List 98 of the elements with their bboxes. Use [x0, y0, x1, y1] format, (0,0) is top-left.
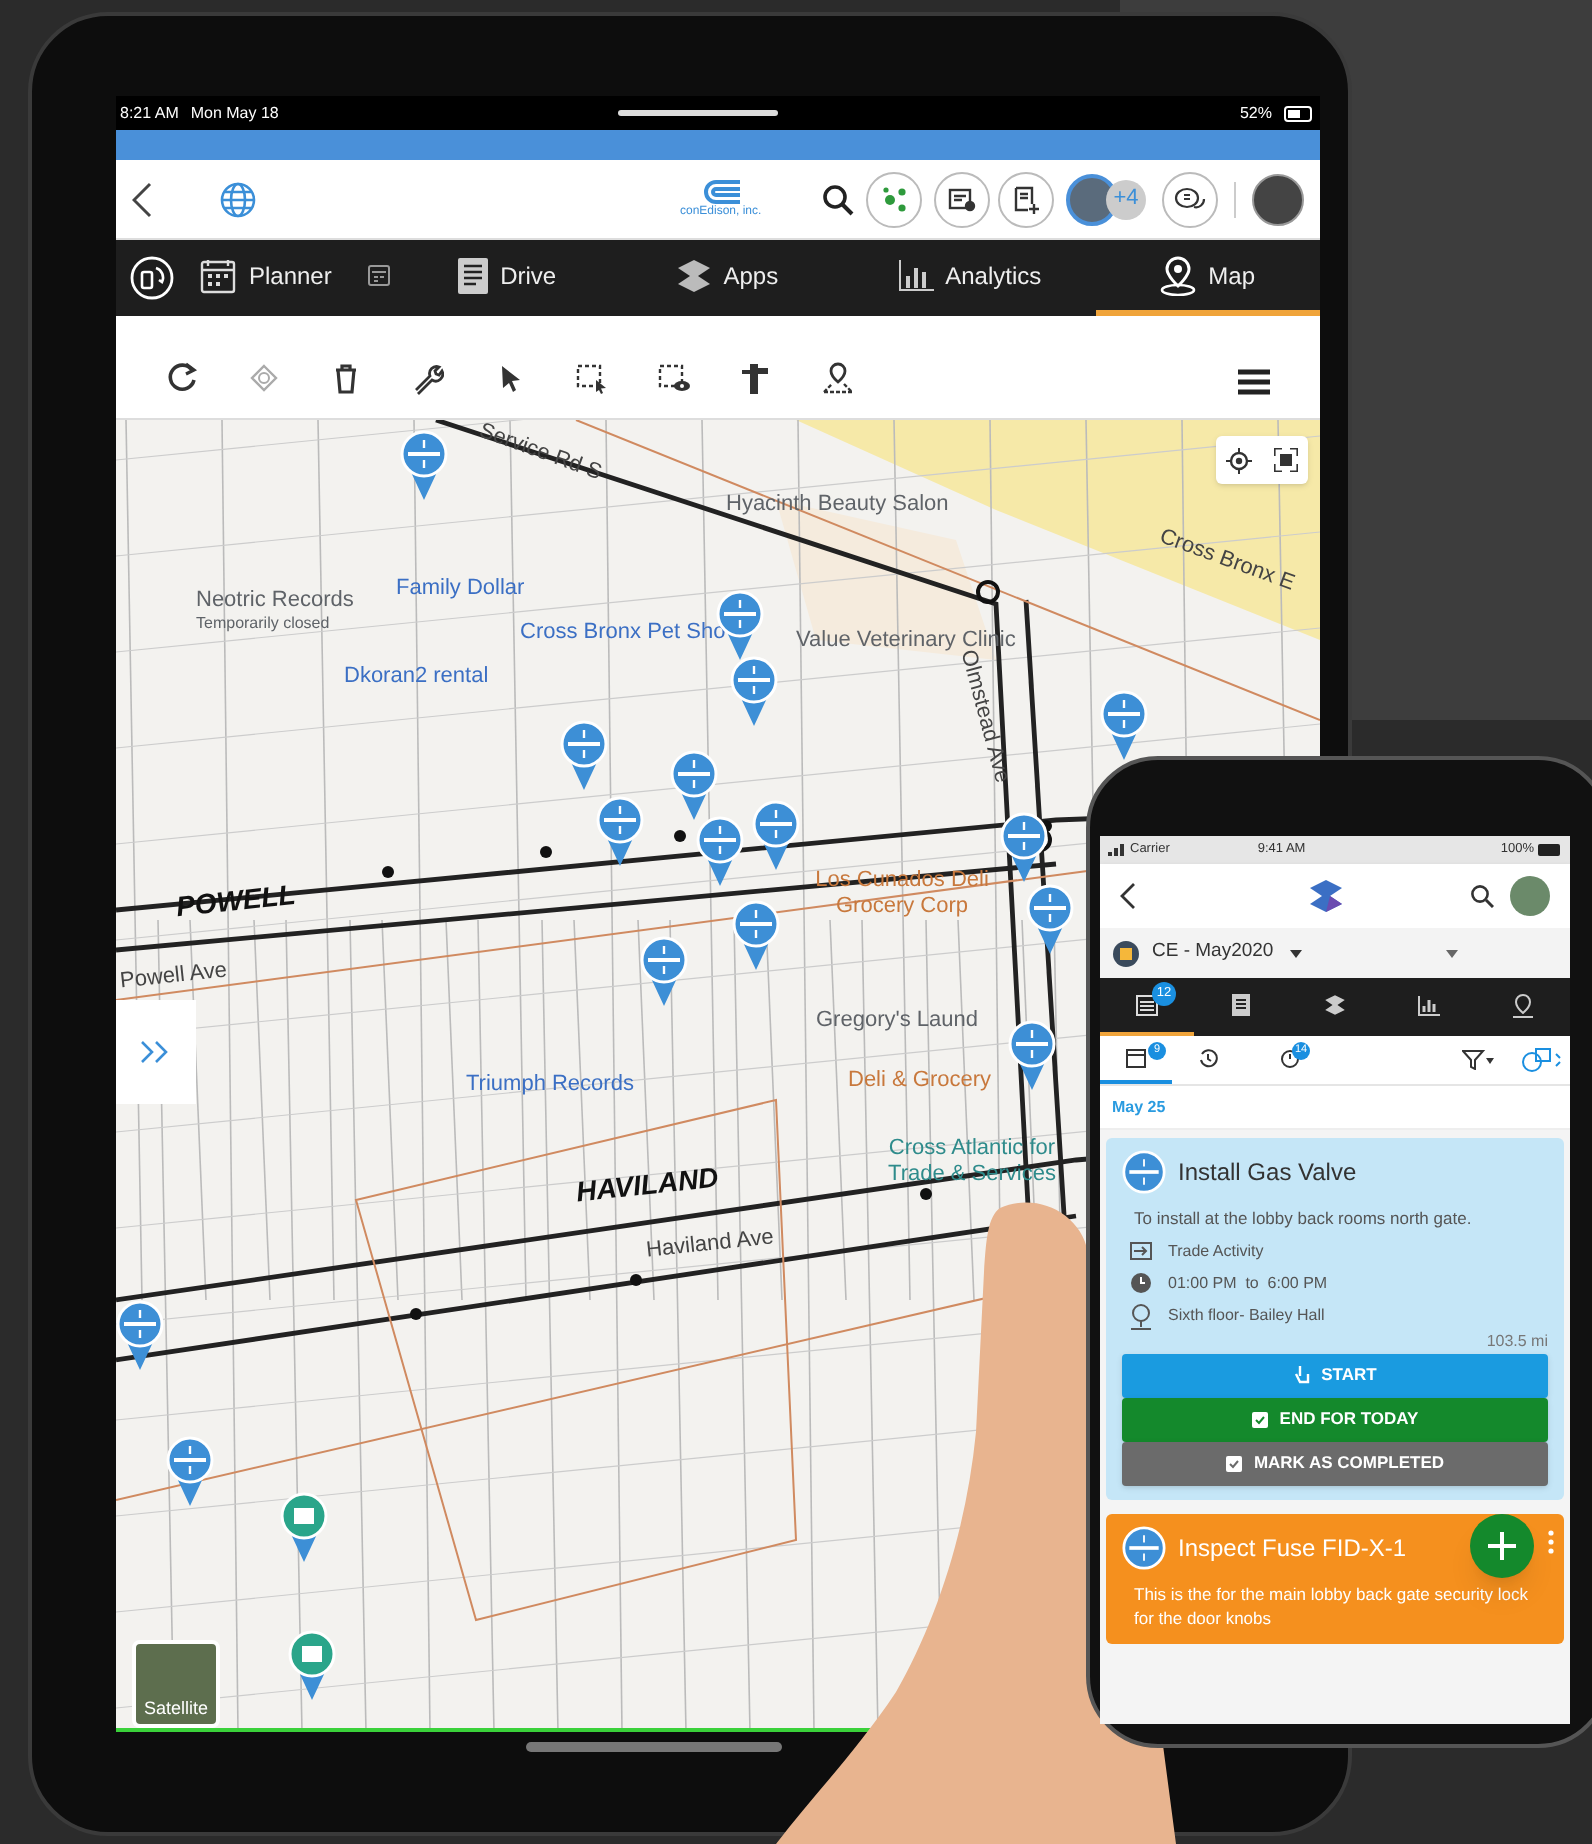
task-activity: Trade Activity: [1168, 1239, 1264, 1264]
map-pin-icon[interactable]: [752, 800, 800, 872]
dispatch-icon[interactable]: [1522, 1048, 1562, 1072]
task-description: To install at the lobby back rooms north gate.: [1134, 1206, 1474, 1232]
user-avatar[interactable]: [1252, 173, 1304, 225]
map-label: Gregory's Laund: [816, 1008, 978, 1034]
chat-icon: [1174, 185, 1206, 213]
street-label: HAVILAND: [574, 1158, 721, 1212]
document-icon: [458, 257, 489, 293]
fuse-icon: [1122, 1525, 1166, 1570]
apps-logo-icon: [675, 257, 712, 293]
nav-tab[interactable]: Apps: [610, 240, 844, 316]
clipboard-check-icon: [1225, 1454, 1242, 1473]
battery-level: 52%: [1239, 101, 1272, 125]
fuse-icon: [1122, 1150, 1166, 1194]
history-icon: [1198, 1048, 1218, 1068]
map-pin-icon[interactable]: [1008, 1020, 1056, 1092]
street-label: Service Rd S: [474, 420, 607, 490]
task-location: Sixth floor- Bailey Hall: [1168, 1304, 1325, 1329]
street-label: Haviland Ave: [644, 1223, 776, 1267]
select-view-icon[interactable]: [658, 362, 690, 396]
trash-icon[interactable]: [330, 362, 362, 396]
project-name: CE - May2020: [1152, 938, 1274, 967]
map-pin-icon[interactable]: [596, 796, 644, 868]
battery-icon: [1538, 844, 1562, 856]
clock-icon: [1130, 1272, 1152, 1295]
fullscreen-icon[interactable]: [1273, 448, 1298, 472]
map-pin-icon[interactable]: [1000, 812, 1048, 884]
add-document-icon: [1012, 185, 1040, 213]
route-icon[interactable]: [822, 362, 854, 396]
activity-icon: [1130, 1242, 1152, 1261]
caret-icon[interactable]: [1445, 949, 1458, 957]
locate-icon[interactable]: [1226, 447, 1253, 473]
map-label: Triumph Records: [466, 1072, 634, 1098]
filter-icon[interactable]: [1462, 1050, 1494, 1070]
status-date: Mon May 18: [190, 101, 279, 125]
caret-icon: [1289, 949, 1302, 957]
date-header: May 25: [1112, 1095, 1166, 1119]
map-pin-icon: [1512, 993, 1534, 1017]
bar-chart-icon: [897, 259, 934, 291]
task-description: This is the for the main lobby back gate security lock for the door knobs: [1134, 1581, 1531, 1630]
apps-logo-icon: [1324, 994, 1346, 1016]
wrench-icon[interactable]: [412, 362, 444, 396]
action-button[interactable]: MARK AS COMPLETED: [1122, 1441, 1548, 1486]
battery-icon: [1284, 105, 1316, 121]
status-time: 8:21 AM: [120, 101, 179, 125]
task-title: Install Gas Valve: [1178, 1156, 1357, 1190]
add-document-button[interactable]: [998, 171, 1054, 227]
task-title: Inspect Fuse FID-X-1: [1178, 1531, 1407, 1566]
participant-photo[interactable]: [1066, 173, 1118, 225]
street-label: Cross Bronx E: [1154, 522, 1300, 600]
form-icon: [948, 185, 976, 213]
search-icon[interactable]: [822, 183, 854, 215]
plus-icon: [1488, 1532, 1516, 1560]
task-distance: 103.5 mi: [1486, 1329, 1548, 1354]
action-button[interactable]: END FOR TODAY: [1122, 1397, 1548, 1442]
back-icon[interactable]: [1120, 882, 1136, 910]
ruler-icon[interactable]: [740, 362, 772, 396]
app-logo-icon: [1308, 878, 1344, 914]
task-time: 01:00 PM to 6:00 PM: [1168, 1271, 1328, 1296]
satellite-layer-button[interactable]: Satellite: [132, 1640, 220, 1728]
street-label: POWELL: [174, 875, 298, 927]
chat-button[interactable]: [1162, 171, 1218, 227]
double-chevron-icon: [140, 1040, 172, 1064]
map-label: Temporarily closed: [196, 612, 330, 636]
hand-icon: [1293, 1366, 1310, 1385]
map-label: Neotric Records: [196, 588, 354, 614]
network-icon: [880, 185, 908, 213]
back-icon[interactable]: [132, 181, 156, 217]
map-pin-icon[interactable]: [116, 1300, 164, 1372]
map-label: Family Dollar: [396, 576, 525, 602]
refresh-icon[interactable]: [166, 362, 198, 396]
clipboard-check-icon: [1251, 1410, 1268, 1429]
select-area-icon[interactable]: [576, 362, 608, 396]
project-icon: [1112, 939, 1140, 967]
network-button[interactable]: [866, 171, 922, 227]
street-label: Powell Ave: [118, 956, 229, 998]
map-label: Deli & Grocery: [848, 1068, 992, 1094]
map-pin-icon: [1160, 255, 1197, 295]
device-sync-icon[interactable]: [129, 256, 174, 300]
search-icon[interactable]: [1470, 884, 1494, 908]
nav-tab[interactable]: Planner: [186, 240, 404, 316]
project-selector[interactable]: CE - May2020: [1100, 928, 1570, 978]
task-card[interactable]: Install Gas Valve To install at the lobby back rooms north gate. Trade Activity 01:00 PM to 6:00 PM Sixth floor- Bailey Hall 103.5 mi START END FOR TODAY MARK AS COMPLETED: [1106, 1138, 1564, 1500]
schedule-icon: [367, 264, 390, 286]
document-icon: [1232, 994, 1250, 1016]
globe-icon[interactable]: [220, 181, 256, 217]
location-pin-icon: [1130, 1303, 1152, 1330]
menu-icon[interactable]: [1238, 368, 1270, 396]
action-button[interactable]: START: [1122, 1353, 1548, 1398]
map-label: Dkoran2 rental: [344, 664, 489, 690]
map-label: Cross Bronx Pet Sho: [520, 620, 726, 646]
nav-tab[interactable]: Drive: [403, 240, 611, 316]
bar-chart-icon: [1418, 995, 1440, 1015]
nav-tab[interactable]: Analytics: [843, 240, 1096, 316]
form-button[interactable]: [934, 171, 990, 227]
signal-icon: [1108, 844, 1126, 856]
timer-icon: [1280, 1048, 1300, 1068]
